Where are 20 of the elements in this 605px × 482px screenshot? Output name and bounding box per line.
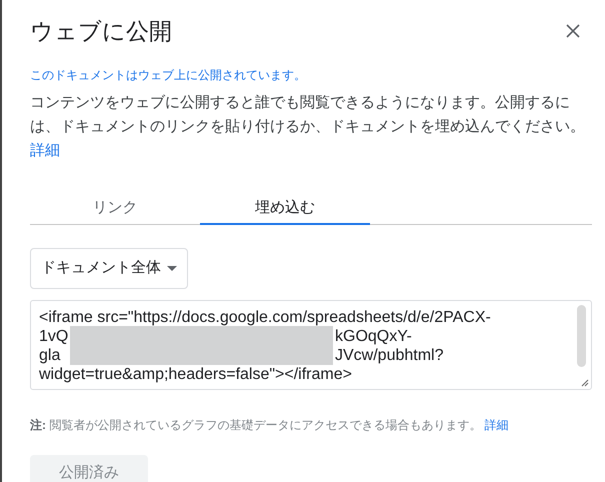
close-icon [566, 24, 580, 38]
code-text: <iframe src="https://docs.google.com/spreadsheets/d/e/2PACX- [39, 308, 491, 327]
scope-dropdown[interactable]: ドキュメント全体 [30, 248, 188, 289]
code-text: widget=true&amp;headers=false"></iframe> [39, 365, 352, 384]
resize-handle-icon[interactable] [579, 377, 589, 387]
code-text: kGOqQxY- [335, 327, 412, 346]
tab[interactable]: リンク [30, 193, 200, 225]
caret-icon [167, 266, 177, 271]
tab[interactable]: 埋め込む [200, 193, 370, 225]
scrollbar-thumb[interactable] [577, 305, 586, 367]
details-link[interactable]: 詳細 [484, 418, 509, 432]
dialog-title: ウェブに公開 [30, 17, 172, 46]
details-link[interactable]: 詳細 [30, 142, 60, 159]
status-message: このドキュメントはウェブ上に公開されています。 [30, 67, 307, 83]
code-text: gla [39, 346, 62, 365]
code-text: JVcw/pubhtml? [335, 346, 444, 365]
note-text: 注: 閲覧者が公開されているグラフの基礎データにアクセスできる場合もあります。 詳細 [30, 417, 510, 433]
embed-code-field[interactable]: <iframe src="https://docs.google.com/spreadsheets/d/e/2PACX- 1vQ kGOqQxY- gla JVcw/pubhtml? widget=true&amp;headers=false"></iframe> [30, 300, 592, 390]
description-text: コンテンツをウェブに公開すると誰でも閲覧できるようになります。公開するには、ドキュメントのリンクを貼り付けるか、ドキュメントを埋め込んでください。 詳細 [30, 93, 586, 161]
code-text: 1vQ [39, 327, 70, 346]
